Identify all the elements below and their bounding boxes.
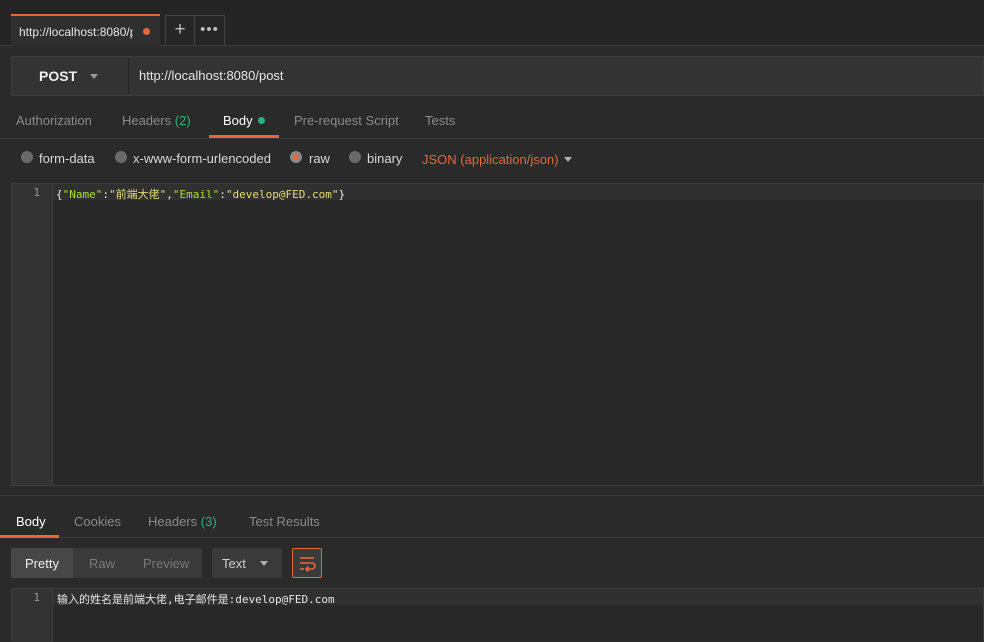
code-token: {	[56, 188, 63, 201]
response-headers-count: (3)	[200, 514, 217, 529]
raw-label: raw	[309, 151, 330, 166]
unsaved-indicator-dot	[143, 28, 150, 35]
request-tab[interactable]: http://localhost:8080/post	[11, 14, 160, 46]
code-token: ,	[166, 188, 173, 201]
preview-button[interactable]: Preview	[143, 556, 189, 571]
code-token: :	[219, 188, 226, 201]
tab-body[interactable]: Body	[223, 113, 265, 128]
line-number-gutter: 1	[12, 184, 53, 485]
plus-icon[interactable]: +	[166, 16, 195, 45]
view-mode-group: Pretty Raw Preview	[11, 548, 202, 578]
pretty-label: Pretty	[25, 556, 59, 571]
pretty-button[interactable]: Pretty	[11, 548, 73, 578]
tab-headers[interactable]: Headers (2)	[122, 113, 191, 128]
wrap-lines-button[interactable]	[292, 548, 322, 578]
radio-raw[interactable]	[290, 151, 302, 163]
chevron-down-icon	[260, 561, 268, 566]
method-select[interactable]: POST	[12, 57, 129, 95]
request-tabs: Authorization Headers (2) Body Pre-reque…	[0, 104, 984, 139]
binary-label: binary	[367, 151, 403, 166]
tab-tools: + •••	[165, 15, 225, 45]
raw-button[interactable]: Raw	[89, 556, 115, 571]
url-input[interactable]: http://localhost:8080/post	[139, 68, 284, 83]
wrap-lines-icon	[300, 557, 316, 573]
response-body-viewer[interactable]: 1 输入的姓名是前端大佬,电子邮件是:develop@FED.com	[11, 588, 984, 642]
line-number: 1	[33, 186, 40, 199]
code-token: "Email"	[172, 188, 220, 201]
request-tab-title: http://localhost:8080/post	[19, 25, 133, 39]
chevron-down-icon[interactable]	[564, 157, 572, 162]
code-token: "前端大佬"	[109, 188, 167, 201]
format-select[interactable]: Text	[212, 548, 282, 578]
response-tab-headers[interactable]: Headers (3)	[148, 514, 217, 529]
response-tab-body[interactable]: Body	[16, 514, 46, 529]
response-tab-test-results[interactable]: Test Results	[249, 514, 320, 529]
method-label: POST	[39, 68, 78, 84]
response-tabs: Body Cookies Headers (3) Test Results	[0, 505, 984, 538]
response-tab-cookies[interactable]: Cookies	[74, 514, 121, 529]
tab-strip: http://localhost:8080/post + •••	[0, 0, 984, 46]
chevron-down-icon	[90, 74, 98, 79]
more-icon[interactable]: •••	[195, 16, 224, 45]
active-tab-underline	[0, 535, 59, 538]
active-tab-underline	[209, 135, 279, 138]
code-token: "develop@FED.com"	[225, 188, 339, 201]
code-token: :	[102, 188, 109, 201]
format-label: Text	[222, 556, 246, 571]
url-bar: POST http://localhost:8080/post	[11, 56, 984, 96]
line-number: 1	[33, 591, 40, 604]
radio-x-www-form-urlencoded[interactable]	[115, 151, 127, 163]
code-line: {"Name":"前端大佬","Email":"develop@FED.com"…	[56, 186, 345, 202]
content-type-select[interactable]: JSON (application/json)	[422, 152, 559, 167]
code-token: }	[338, 188, 346, 201]
radio-binary[interactable]	[349, 151, 361, 163]
tab-headers-label: Headers	[122, 113, 172, 128]
response-headers-label: Headers	[148, 514, 198, 529]
headers-count: (2)	[174, 113, 191, 128]
request-body-editor[interactable]: 1 {"Name":"前端大佬","Email":"develop@FED.co…	[11, 183, 984, 486]
tab-authorization[interactable]: Authorization	[16, 113, 92, 128]
radio-form-data[interactable]	[21, 151, 33, 163]
response-body-text: 输入的姓名是前端大佬,电子邮件是:develop@FED.com	[57, 593, 335, 606]
tab-body-label: Body	[223, 113, 253, 128]
line-number-gutter: 1	[12, 589, 53, 642]
x-www-form-urlencoded-label: x-www-form-urlencoded	[133, 151, 271, 166]
form-data-label: form-data	[39, 151, 95, 166]
code-token: "Name"	[62, 188, 103, 201]
tab-pre-request-script[interactable]: Pre-request Script	[294, 113, 399, 128]
body-indicator-dot	[257, 117, 265, 124]
response-divider[interactable]	[0, 495, 984, 496]
tab-tests[interactable]: Tests	[425, 113, 455, 128]
